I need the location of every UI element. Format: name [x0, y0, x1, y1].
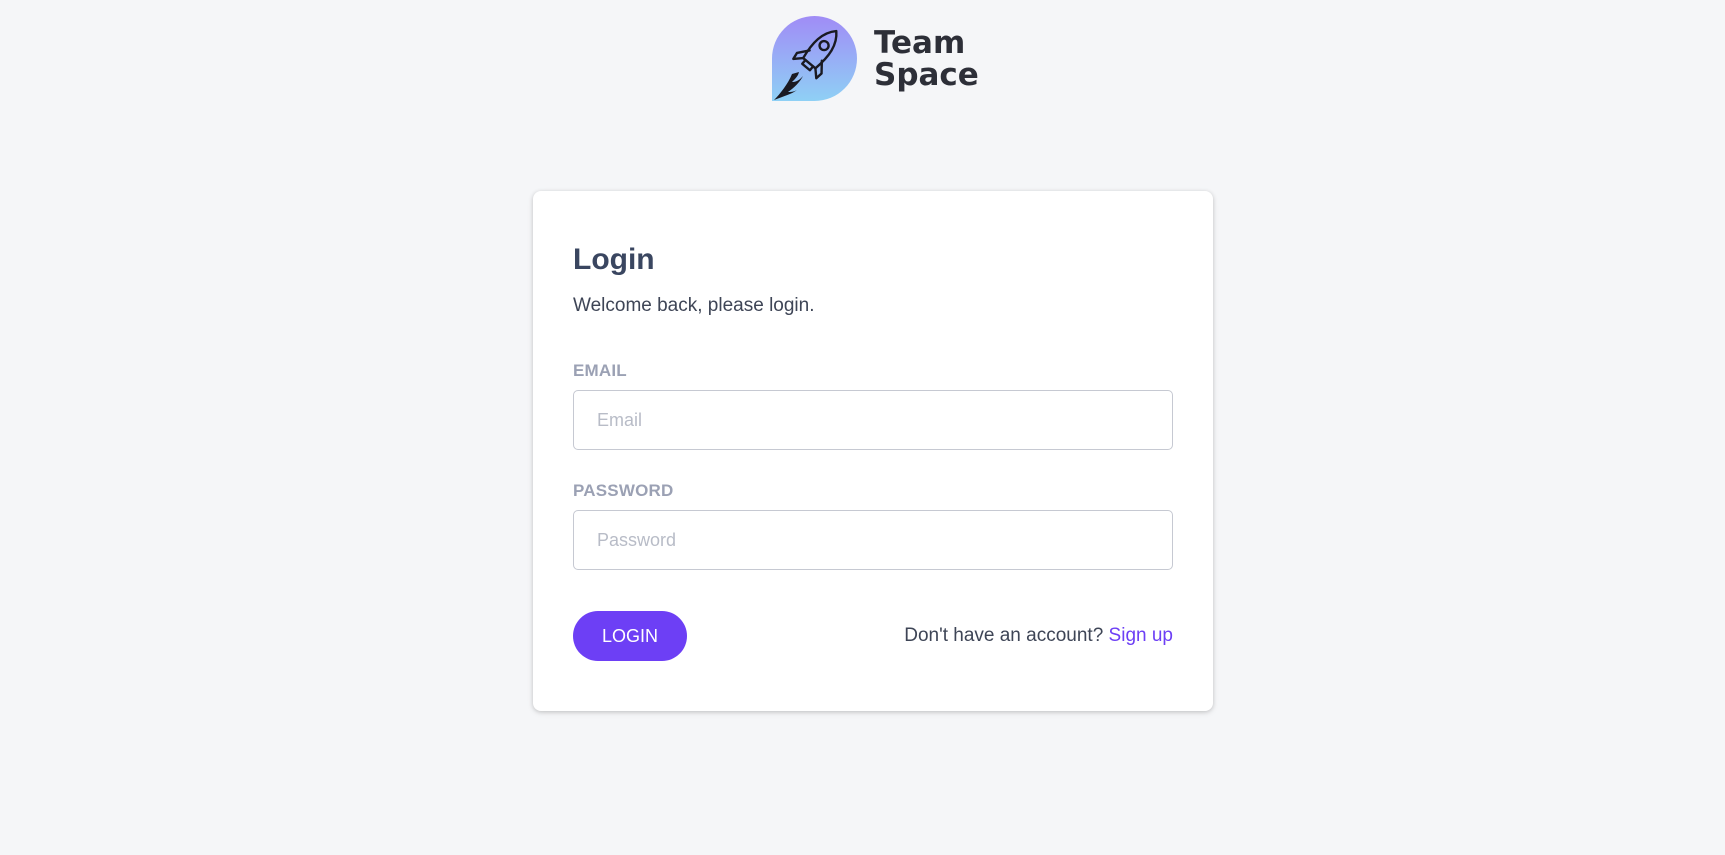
password-field[interactable] — [573, 510, 1173, 570]
brand-header: Team Space — [772, 16, 979, 101]
login-title: Login — [573, 243, 655, 276]
brand-name-line1: Team — [874, 24, 966, 61]
login-subtitle: Welcome back, please login. — [573, 295, 815, 316]
email-field[interactable] — [573, 390, 1173, 450]
login-card: Login Welcome back, please login. EMAIL … — [533, 191, 1213, 711]
password-label: PASSWORD — [573, 481, 674, 500]
rocket-icon — [772, 16, 857, 101]
signup-row: Don't have an account? Sign up — [904, 625, 1173, 647]
signup-link[interactable]: Sign up — [1109, 625, 1173, 646]
email-label: EMAIL — [573, 361, 627, 380]
brand-name: Team Space — [874, 27, 979, 91]
login-button[interactable]: LOGIN — [573, 611, 687, 661]
brand-name-line2: Space — [874, 56, 979, 93]
signup-prompt: Don't have an account? — [904, 625, 1109, 646]
